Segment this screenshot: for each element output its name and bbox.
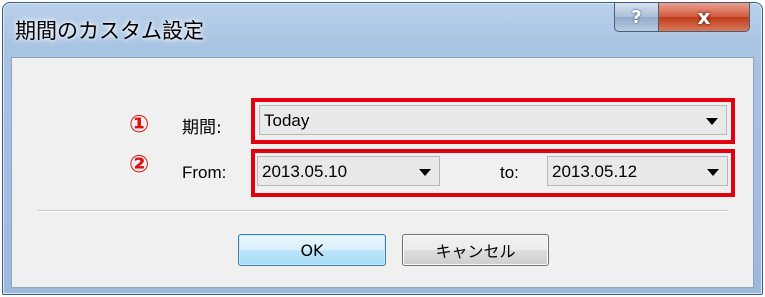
annotation-marker-1: ① [129,110,150,138]
title-bar[interactable]: 期間のカスタム設定 ? x [3,3,762,59]
cancel-button[interactable]: キャンセル [402,234,549,266]
help-icon: ? [631,6,642,28]
chevron-down-icon [419,169,431,176]
ok-button[interactable]: OK [238,234,386,266]
to-date-value: 2013.05.12 [552,162,638,181]
from-date-value: 2013.05.10 [262,162,348,181]
period-dropdown[interactable]: Today [259,105,727,135]
from-date-dropdown[interactable]: 2013.05.10 [257,156,440,186]
close-button[interactable]: x [658,3,750,32]
chevron-down-icon [707,169,719,176]
window-title: 期間のカスタム設定 [15,19,204,43]
divider [38,210,728,212]
period-dropdown-value: Today [264,111,310,130]
dialog-body: ① 期間: Today ② From: 2013.05.10 to: 2013.… [11,57,754,288]
annotation-marker-2: ② [129,150,150,178]
period-label: 期間: [182,118,222,138]
to-label: to: [500,163,519,182]
dialog-window: 期間のカスタム設定 ? x ① 期間: Today ② From: 2013.0… [2,2,763,295]
to-date-dropdown[interactable]: 2013.05.12 [547,156,728,186]
help-button[interactable]: ? [614,3,659,32]
close-icon: x [697,5,711,29]
chevron-down-icon [706,118,718,125]
from-label: From: [182,163,227,182]
